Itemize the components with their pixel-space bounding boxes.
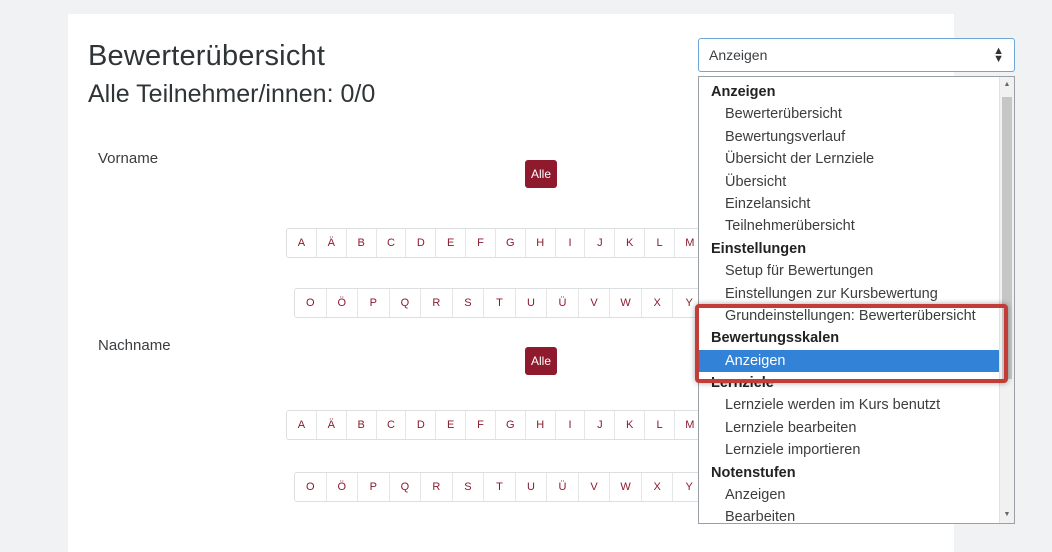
dropdown-option[interactable]: Übersicht: [699, 171, 1001, 193]
firstname-letter-bar-1: AÄBCDEFGHIJKLM: [286, 228, 706, 258]
firstname-letter-link[interactable]: X: [642, 289, 674, 317]
scroll-up-icon[interactable]: ▲: [1000, 79, 1014, 91]
lastname-letter-link[interactable]: O: [295, 473, 327, 501]
lastname-letter-link[interactable]: C: [377, 411, 407, 439]
lastname-all-button[interactable]: Alle: [525, 347, 557, 375]
dropdown-option[interactable]: Bewerterübersicht: [699, 103, 1001, 125]
firstname-all-button[interactable]: Alle: [525, 160, 557, 188]
lastname-filter-label: Nachname: [98, 337, 171, 354]
lastname-letter-link[interactable]: E: [436, 411, 467, 439]
lastname-letter-link[interactable]: X: [642, 473, 674, 501]
lastname-letter-link[interactable]: Ä: [317, 411, 347, 439]
dropdown-option-list: Anzeigen Bewerterübersicht Bewertungsverla…: [699, 81, 1001, 523]
dropdown-group-label: Notenstufen: [711, 464, 796, 481]
firstname-letter-link[interactable]: R: [421, 289, 453, 317]
firstname-letter-link[interactable]: I: [556, 229, 586, 257]
dropdown-option[interactable]: Grundeinstellungen: Bewerterübersicht: [699, 305, 1001, 327]
dropdown-group-label: Anzeigen: [711, 84, 776, 100]
firstname-letter-bar-2: OÖPQRSTUÜVWXY: [294, 288, 706, 318]
lastname-letter-link[interactable]: I: [556, 411, 586, 439]
firstname-letter-link[interactable]: U: [516, 289, 548, 317]
report-select[interactable]: Anzeigen ▲ ▼: [698, 38, 1015, 72]
scroll-down-icon[interactable]: ▼: [1000, 509, 1014, 521]
lastname-letter-link[interactable]: Ü: [547, 473, 579, 501]
dropdown-option-selected[interactable]: Anzeigen: [699, 349, 1001, 373]
lastname-letter-link[interactable]: U: [516, 473, 548, 501]
page-title: Bewerterübersicht: [88, 40, 326, 72]
up-down-arrows-icon: ▲ ▼: [993, 45, 1004, 65]
dropdown-scrollbar[interactable]: ▲ ▼: [999, 77, 1014, 523]
firstname-letter-link[interactable]: V: [579, 289, 611, 317]
dropdown-option[interactable]: Lernziele bearbeiten: [699, 417, 1001, 439]
firstname-letter-link[interactable]: C: [377, 229, 407, 257]
dropdown-option[interactable]: Lernziele importieren: [699, 439, 1001, 461]
firstname-letter-link[interactable]: J: [585, 229, 616, 257]
lastname-letter-link[interactable]: V: [579, 473, 611, 501]
lastname-letter-link[interactable]: J: [585, 411, 616, 439]
dropdown-option[interactable]: Bearbeiten: [699, 506, 1001, 523]
lastname-letter-link[interactable]: A: [287, 411, 317, 439]
firstname-letter-link[interactable]: Ä: [317, 229, 347, 257]
dropdown-group-label: Bewertungsskalen: [711, 330, 840, 347]
firstname-letter-link[interactable]: B: [347, 229, 377, 257]
lastname-letter-link[interactable]: F: [466, 411, 496, 439]
report-select-value: Anzeigen: [709, 47, 768, 63]
lastname-letter-link[interactable]: B: [347, 411, 377, 439]
lastname-letter-link[interactable]: K: [615, 411, 646, 439]
lastname-letter-link[interactable]: P: [358, 473, 390, 501]
scrollbar-thumb[interactable]: [1002, 97, 1012, 379]
lastname-letter-link[interactable]: G: [496, 411, 526, 439]
lastname-letter-link[interactable]: D: [406, 411, 437, 439]
firstname-letter-link[interactable]: A: [287, 229, 317, 257]
firstname-letter-link[interactable]: S: [453, 289, 485, 317]
firstname-letter-link[interactable]: H: [526, 229, 556, 257]
firstname-letter-link[interactable]: Ü: [547, 289, 579, 317]
firstname-letter-link[interactable]: G: [496, 229, 526, 257]
firstname-letter-link[interactable]: E: [436, 229, 467, 257]
dropdown-option[interactable]: Übersicht der Lernziele: [699, 148, 1001, 170]
firstname-letter-link[interactable]: Q: [390, 289, 422, 317]
report-dropdown[interactable]: Anzeigen Bewerterübersicht Bewertungsverla…: [698, 76, 1015, 524]
firstname-letter-link[interactable]: Ö: [327, 289, 359, 317]
dropdown-group-label: Einstellungen: [711, 240, 807, 257]
firstname-letter-link[interactable]: O: [295, 289, 327, 317]
lastname-letter-link[interactable]: W: [610, 473, 642, 501]
firstname-letter-link[interactable]: L: [645, 229, 675, 257]
firstname-letter-link[interactable]: T: [484, 289, 516, 317]
firstname-letter-link[interactable]: K: [615, 229, 646, 257]
dropdown-option[interactable]: Bewertungsverlauf: [699, 126, 1001, 148]
lastname-letter-link[interactable]: Ö: [327, 473, 359, 501]
lastname-letter-bar-2: OÖPQRSTUÜVWXY: [294, 472, 706, 502]
firstname-letter-link[interactable]: D: [406, 229, 437, 257]
lastname-letter-link[interactable]: R: [421, 473, 453, 501]
dropdown-option[interactable]: Setup für Bewertungen: [699, 260, 1001, 282]
dropdown-option[interactable]: Anzeigen: [699, 484, 1001, 506]
lastname-letter-link[interactable]: T: [484, 473, 516, 501]
lastname-letter-link[interactable]: S: [453, 473, 485, 501]
dropdown-group-label: Lernziele: [711, 375, 774, 392]
firstname-letter-link[interactable]: W: [610, 289, 642, 317]
firstname-filter-label: Vorname: [98, 150, 159, 167]
participants-count: Alle Teilnehmer/innen: 0/0: [88, 80, 376, 108]
firstname-letter-link[interactable]: P: [358, 289, 390, 317]
lastname-letter-link[interactable]: Q: [390, 473, 422, 501]
lastname-letter-link[interactable]: L: [645, 411, 675, 439]
dropdown-option[interactable]: Lernziele werden im Kurs benutzt: [699, 394, 1001, 416]
firstname-letter-link[interactable]: F: [466, 229, 496, 257]
dropdown-option[interactable]: Einzelansicht: [699, 193, 1001, 215]
lastname-letter-bar-1: AÄBCDEFGHIJKLM: [286, 410, 706, 440]
dropdown-option[interactable]: Teilnehmerübersicht: [699, 215, 1001, 237]
dropdown-option[interactable]: Einstellungen zur Kursbewertung: [699, 283, 1001, 305]
lastname-letter-link[interactable]: H: [526, 411, 556, 439]
